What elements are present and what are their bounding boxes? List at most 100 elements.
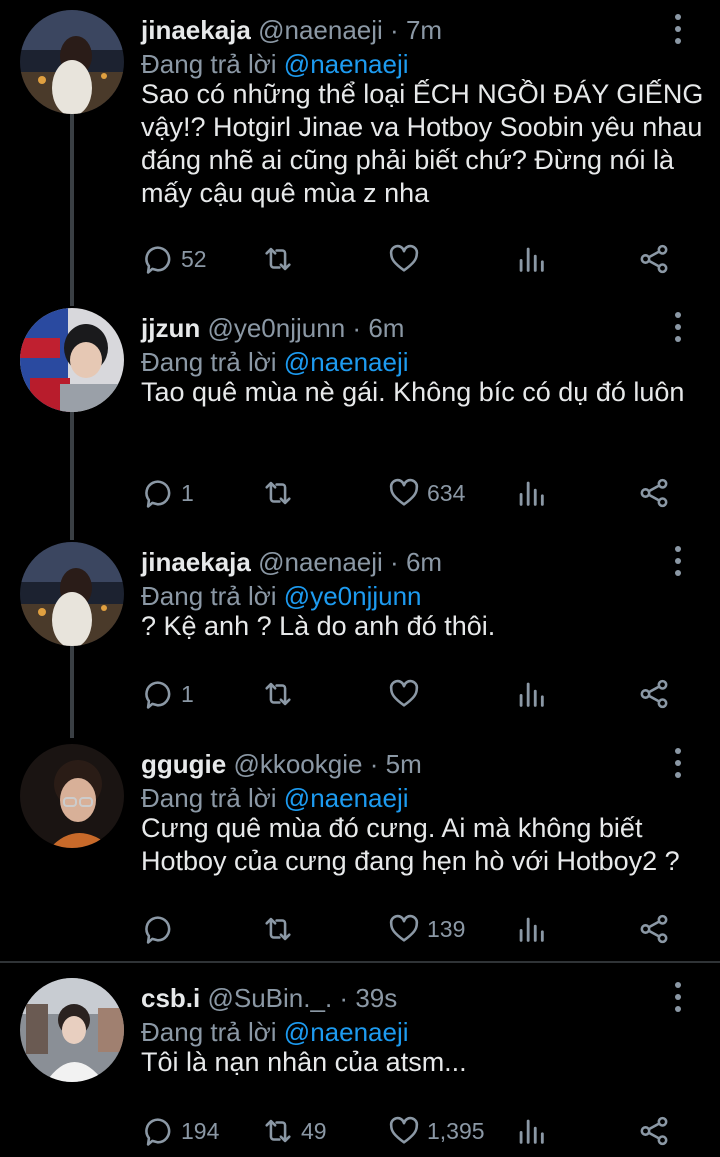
more-options-icon[interactable] (664, 312, 692, 344)
share-icon (640, 244, 668, 274)
tweet[interactable]: csb.i @SuBin._. · 39s Đang trả lời @naen… (0, 968, 720, 1157)
share-icon (640, 914, 668, 944)
reply-mention-link[interactable]: @naenaeji (284, 49, 409, 79)
user-handle[interactable]: @naenaeji (258, 15, 383, 45)
share-icon (640, 679, 668, 709)
user-handle[interactable]: @ye0njjunn (207, 313, 345, 343)
tweet-header: ggugie @kkookgie · 5m (141, 748, 422, 780)
thread-divider (0, 961, 720, 963)
display-name[interactable]: csb.i (141, 983, 200, 1013)
tweet-actions: 52 (141, 241, 681, 277)
timestamp[interactable]: 39s (355, 983, 397, 1013)
share-icon (640, 1116, 668, 1146)
reply-icon (145, 1118, 171, 1146)
timestamp[interactable]: 7m (406, 15, 442, 45)
avatar[interactable] (20, 10, 124, 114)
heart-icon (389, 679, 419, 707)
tweet-header: jjzun @ye0njjunn · 6m (141, 312, 404, 344)
reply-button[interactable]: 194 (141, 1113, 219, 1149)
more-options-icon[interactable] (664, 748, 692, 780)
display-name[interactable]: jinaekaja (141, 15, 251, 45)
like-button[interactable]: 634 (387, 475, 465, 511)
tweet-header: jinaekaja @naenaeji · 7m (141, 14, 442, 46)
analytics-button[interactable] (514, 676, 548, 712)
more-options-icon[interactable] (664, 14, 692, 46)
share-button[interactable] (637, 911, 671, 947)
analytics-icon (519, 481, 544, 506)
tweet-text: ? Kệ anh ? Là do anh đó thôi. (141, 611, 496, 641)
replying-to: Đang trả lời @naenaeji (141, 346, 409, 378)
more-options-icon[interactable] (664, 982, 692, 1014)
like-button[interactable] (387, 676, 427, 712)
share-button[interactable] (637, 475, 671, 511)
tweet[interactable]: jjzun @ye0njjunn · 6m Đang trả lời @naen… (0, 298, 720, 538)
reply-icon (145, 246, 171, 274)
analytics-button[interactable] (514, 241, 548, 277)
timestamp[interactable]: 5m (386, 749, 422, 779)
like-button[interactable] (387, 241, 427, 277)
reply-mention-link[interactable]: @ye0njjunn (284, 581, 422, 611)
share-button[interactable] (637, 676, 671, 712)
tweet-actions: 139 (141, 911, 681, 947)
reply-prefix: Đang trả lời (141, 49, 277, 79)
display-name[interactable]: jjzun (141, 313, 200, 343)
timestamp[interactable]: 6m (368, 313, 404, 343)
analytics-icon (519, 917, 544, 942)
retweet-button[interactable]: 49 (261, 1113, 327, 1149)
reply-icon (145, 480, 171, 508)
like-count: 634 (427, 479, 466, 506)
tweet[interactable]: jinaekaja @naenaeji · 6m Đang trả lời @y… (0, 532, 720, 732)
reply-mention-link[interactable]: @naenaeji (284, 1017, 409, 1047)
tweet-actions: 194 49 1,395 (141, 1113, 681, 1149)
like-button[interactable]: 1,395 (387, 1113, 485, 1149)
like-button[interactable]: 139 (387, 911, 465, 947)
like-count: 139 (427, 915, 466, 942)
display-name[interactable]: jinaekaja (141, 547, 251, 577)
tweet-text: Cưng quê mùa đó cưng. Ai mà không biết H… (141, 813, 680, 876)
analytics-button[interactable] (514, 911, 548, 947)
avatar[interactable] (20, 542, 124, 646)
tweet[interactable]: jinaekaja @naenaeji · 7m Đang trả lời @n… (0, 0, 720, 296)
reply-prefix: Đang trả lời (141, 581, 277, 611)
replying-to: Đang trả lời @naenaeji (141, 1016, 409, 1048)
reply-button[interactable]: 1 (141, 475, 194, 511)
share-button[interactable] (637, 1113, 671, 1149)
retweet-icon (265, 1119, 291, 1143)
reply-count: 1 (181, 479, 194, 506)
avatar[interactable] (20, 744, 124, 848)
reply-icon (145, 916, 171, 944)
retweet-button[interactable] (261, 241, 301, 277)
retweet-button[interactable] (261, 911, 301, 947)
reply-mention-link[interactable]: @naenaeji (284, 347, 409, 377)
reply-button[interactable]: 52 (141, 241, 207, 277)
analytics-icon (519, 247, 544, 272)
avatar[interactable] (20, 978, 124, 1082)
reply-button[interactable]: 1 (141, 676, 194, 712)
avatar[interactable] (20, 308, 124, 412)
reply-button[interactable] (141, 911, 181, 947)
heart-icon (389, 478, 419, 506)
more-options-icon[interactable] (664, 546, 692, 578)
reply-prefix: Đang trả lời (141, 347, 277, 377)
user-handle[interactable]: @naenaeji (258, 547, 383, 577)
share-button[interactable] (637, 241, 671, 277)
analytics-button[interactable] (514, 475, 548, 511)
tweet-text: Tao quê mùa nè gái. Không bíc có dụ đó l… (141, 377, 685, 407)
reply-count: 194 (181, 1117, 220, 1144)
tweet-actions: 1 (141, 676, 681, 712)
like-count: 1,395 (427, 1117, 485, 1144)
analytics-button[interactable] (514, 1113, 548, 1149)
tweet-header: csb.i @SuBin._. · 39s (141, 982, 397, 1014)
tweet-text: Tôi là nạn nhân của atsm... (141, 1047, 467, 1077)
tweet-header: jinaekaja @naenaeji · 6m (141, 546, 442, 578)
reply-mention-link[interactable]: @naenaeji (284, 783, 409, 813)
tweet[interactable]: ggugie @kkookgie · 5m Đang trả lời @naen… (0, 734, 720, 960)
heart-icon (389, 244, 419, 272)
display-name[interactable]: ggugie (141, 749, 226, 779)
user-handle[interactable]: @SuBin._. (207, 983, 332, 1013)
retweet-button[interactable] (261, 676, 301, 712)
retweet-button[interactable] (261, 475, 301, 511)
timestamp[interactable]: 6m (406, 547, 442, 577)
user-handle[interactable]: @kkookgie (233, 749, 362, 779)
separator-dot: · (339, 983, 349, 1013)
